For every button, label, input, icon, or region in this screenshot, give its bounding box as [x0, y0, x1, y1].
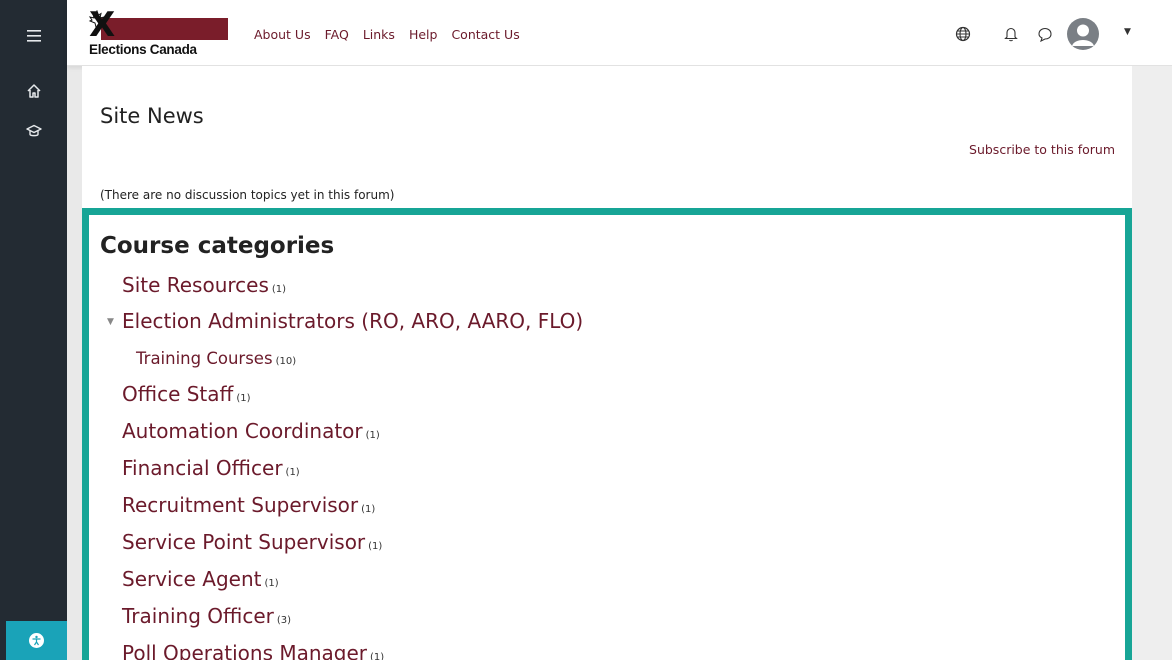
subcategory-link[interactable]: Training Courses (10) — [136, 349, 296, 368]
nav-link-contact-us[interactable]: Contact Us — [451, 27, 519, 42]
category-label[interactable]: Election Administrators (RO, ARO, AARO, … — [122, 309, 583, 333]
category-count: (1) — [361, 504, 376, 515]
nav-link-about-us[interactable]: About Us — [254, 27, 311, 42]
user-avatar-icon[interactable] — [1067, 18, 1099, 50]
no-topics-message: (There are no discussion topics yet in t… — [100, 188, 395, 202]
home-icon[interactable] — [0, 78, 67, 104]
category-count: (1) — [365, 430, 380, 441]
category-count: (1) — [370, 652, 385, 660]
category-count: (3) — [276, 615, 292, 626]
category-link[interactable]: Automation Coordinator (1) — [122, 419, 380, 443]
bell-icon[interactable] — [1001, 24, 1021, 44]
nav-link-help[interactable]: Help — [409, 27, 438, 42]
chevron-down-icon[interactable]: ▼ — [1124, 27, 1131, 37]
category-count: (1) — [271, 284, 287, 295]
category-label[interactable]: Training Officer — [122, 604, 274, 628]
course-categories-heading: Course categories — [100, 233, 335, 259]
right-gutter — [1132, 66, 1172, 660]
logo-bar — [101, 18, 228, 40]
category-link[interactable]: Recruitment Supervisor (1) — [122, 493, 375, 517]
category-label[interactable]: Financial Officer — [122, 456, 283, 480]
category-count: (1) — [264, 578, 279, 589]
category-link[interactable]: Site Resources (1) — [122, 273, 286, 297]
category-link[interactable]: Service Point Supervisor (1) — [122, 530, 382, 554]
category-link[interactable]: Training Officer (3) — [122, 604, 291, 628]
category-count: (1) — [285, 467, 300, 478]
category-count: (1) — [368, 541, 383, 552]
category-label[interactable]: Recruitment Supervisor — [122, 493, 358, 517]
accessibility-button[interactable] — [6, 621, 67, 660]
accessibility-icon — [29, 633, 44, 648]
elections-canada-logo[interactable]: X Elections Canada — [87, 5, 228, 60]
category-label[interactable]: Automation Coordinator — [122, 419, 363, 443]
site-news-heading: Site News — [100, 104, 204, 128]
category-label[interactable]: Training Courses — [136, 349, 273, 368]
category-link[interactable]: ▼ Election Administrators (RO, ARO, AARO… — [107, 309, 586, 333]
category-label[interactable]: Site Resources — [122, 273, 269, 297]
nav-link-faq[interactable]: FAQ — [325, 27, 349, 42]
collapse-toggle-icon[interactable]: ▼ — [107, 317, 114, 327]
course-categories-panel: Course categories Site Resources (1) ▼ El… — [82, 208, 1132, 660]
category-label[interactable]: Poll Operations Manager — [122, 641, 367, 660]
category-label[interactable]: Service Point Supervisor — [122, 530, 365, 554]
category-count: (10) — [275, 356, 297, 367]
category-count: (1) — [236, 393, 251, 404]
category-label[interactable]: Office Staff — [122, 382, 233, 406]
category-link[interactable]: Financial Officer (1) — [122, 456, 300, 480]
logo-x-mark: X — [89, 5, 116, 45]
category-link[interactable]: Service Agent (1) — [122, 567, 279, 591]
left-drawer-rail — [0, 0, 67, 660]
primary-nav: About Us FAQ Links Help Contact Us — [254, 27, 520, 42]
category-link[interactable]: Poll Operations Manager (1) — [122, 641, 384, 660]
hamburger-icon[interactable] — [0, 22, 67, 50]
category-link[interactable]: Office Staff (1) — [122, 382, 250, 406]
logo-text: Elections Canada — [89, 42, 197, 57]
subscribe-forum-link[interactable]: Subscribe to this forum — [969, 142, 1115, 157]
globe-icon[interactable] — [953, 24, 973, 44]
graduation-cap-icon[interactable] — [0, 118, 67, 144]
chat-icon[interactable] — [1035, 24, 1055, 44]
category-label[interactable]: Service Agent — [122, 567, 261, 591]
top-navbar: X Elections Canada About Us FAQ Links He… — [67, 0, 1172, 66]
nav-link-links[interactable]: Links — [363, 27, 395, 42]
